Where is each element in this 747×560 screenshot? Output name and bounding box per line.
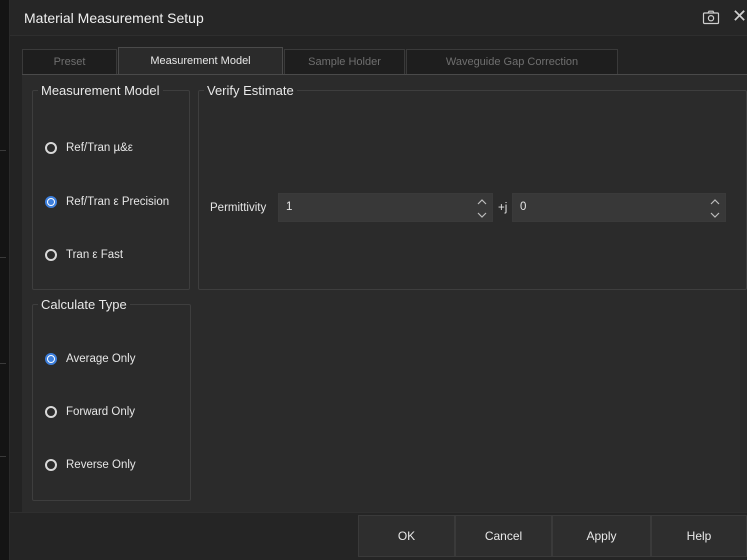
radio-label: Forward Only: [66, 406, 136, 418]
radio-ref-tran-mu-eps[interactable]: Ref/Tran µ&ε: [45, 138, 133, 158]
radio-label: Average Only: [66, 353, 136, 365]
permittivity-imag-value: 0: [520, 201, 527, 213]
spin-down-icon[interactable]: [476, 210, 488, 220]
close-icon[interactable]: ✕: [732, 6, 747, 26]
calculate-type-legend: Calculate Type: [41, 297, 127, 312]
permittivity-real-value: 1: [286, 201, 293, 213]
permittivity-real-spinbox[interactable]: 1: [278, 193, 493, 222]
imaginary-prefix-label: +j: [498, 202, 508, 214]
cancel-button[interactable]: Cancel: [455, 515, 552, 557]
radio-tran-eps-fast[interactable]: Tran ε Fast: [45, 245, 123, 265]
material-measurement-setup-dialog: Material Measurement Setup ✕ Preset Meas…: [0, 0, 747, 560]
radio-label: Ref/Tran µ&ε: [66, 142, 133, 154]
radio-ref-tran-eps-precision[interactable]: Ref/Tran ε Precision: [45, 192, 169, 212]
radio-label: Ref/Tran ε Precision: [66, 196, 170, 208]
spin-down-icon[interactable]: [709, 210, 721, 220]
spin-up-icon[interactable]: [709, 197, 721, 207]
verify-estimate-legend: Verify Estimate: [207, 83, 294, 98]
radio-label: Reverse Only: [66, 459, 136, 471]
apply-button[interactable]: Apply: [552, 515, 651, 557]
measurement-model-group: Measurement Model Ref/Tran µ&ε Ref/Tran …: [32, 83, 190, 290]
permittivity-imag-spinbox[interactable]: 0: [512, 193, 726, 222]
window-title: Material Measurement Setup: [24, 10, 204, 26]
left-edge-strip: [0, 0, 10, 560]
radio-forward-only[interactable]: Forward Only: [45, 402, 135, 422]
tab-sample-holder[interactable]: Sample Holder: [284, 49, 405, 74]
radio-average-only[interactable]: Average Only: [45, 349, 135, 369]
camera-icon[interactable]: [702, 10, 720, 25]
radio-reverse-only[interactable]: Reverse Only: [45, 455, 136, 475]
radio-label: Tran ε Fast: [66, 249, 124, 261]
help-button[interactable]: Help: [651, 515, 747, 557]
measurement-model-legend: Measurement Model: [41, 83, 160, 98]
ok-button[interactable]: OK: [358, 515, 455, 557]
tab-measurement-model[interactable]: Measurement Model: [118, 47, 283, 75]
radio-indicator: [45, 142, 57, 154]
tab-content-panel: Measurement Model Ref/Tran µ&ε Ref/Tran …: [22, 74, 747, 512]
tab-waveguide-gap-correction[interactable]: Waveguide Gap Correction: [406, 49, 618, 74]
spin-up-icon[interactable]: [476, 197, 488, 207]
radio-indicator-selected: [45, 196, 57, 208]
title-bar: Material Measurement Setup ✕: [10, 0, 747, 36]
radio-indicator: [45, 406, 57, 418]
radio-indicator: [45, 459, 57, 471]
radio-indicator-selected: [45, 353, 57, 365]
verify-estimate-group: Verify Estimate Permittivity 1 +j 0: [198, 83, 747, 290]
tab-preset[interactable]: Preset: [22, 49, 117, 74]
radio-indicator: [45, 249, 57, 261]
calculate-type-group: Calculate Type Average Only Forward Only…: [32, 297, 191, 501]
permittivity-label: Permittivity: [210, 202, 267, 214]
